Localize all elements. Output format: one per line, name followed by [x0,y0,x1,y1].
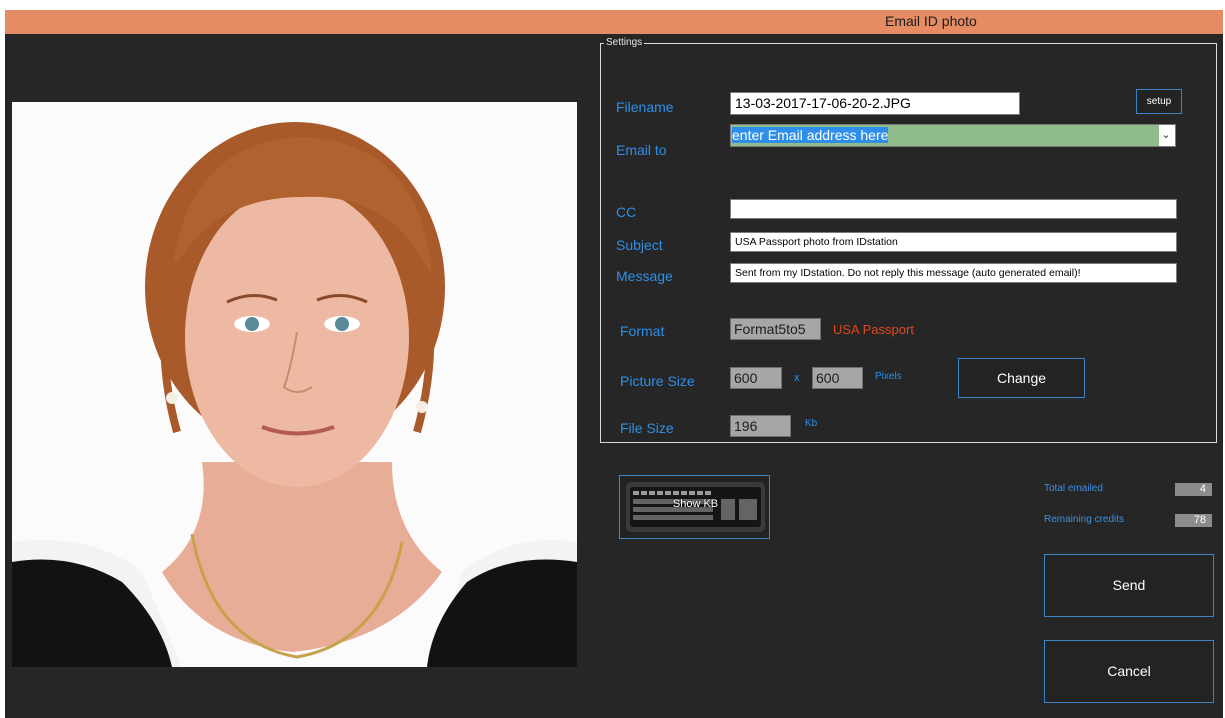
message-label: Message [616,268,673,284]
title-bar: Email ID photo [5,10,1223,34]
email-to-value[interactable]: enter Email address here [731,125,1159,146]
portrait-photo [12,102,577,667]
email-to-text: enter Email address here [732,127,889,143]
email-to-combobox[interactable]: enter Email address here ⌄ [730,124,1176,147]
format-name: USA Passport [833,322,914,337]
remaining-credits-label: Remaining credits [1044,514,1125,525]
chevron-down-icon[interactable]: ⌄ [1160,128,1172,142]
file-size-field: 196 [730,415,791,437]
cc-label: CC [616,204,637,220]
email-id-photo-window: Email ID photo Settings Filename 13-03-2… [5,10,1223,718]
settings-group: Settings Filename 13-03-2017-17-06-20-2.… [600,37,1217,443]
total-emailed-value: 4 [1175,483,1212,496]
setup-button[interactable]: setup [1136,89,1182,114]
size-separator: x [794,372,800,384]
file-size-label: File Size [620,420,674,436]
cancel-button[interactable]: Cancel [1044,640,1214,703]
total-emailed-label: Total emailed [1044,483,1103,494]
remaining-credits-value: 78 [1175,514,1212,527]
show-keyboard-label: Show KB [672,498,719,510]
window-title: Email ID photo [885,13,977,29]
width-field: 600 [730,367,782,389]
subject-field[interactable]: USA Passport photo from IDstation [730,232,1177,252]
settings-legend: Settings [604,37,645,49]
show-keyboard-button[interactable]: Show KB [619,475,770,539]
email-to-label: Email to [616,142,667,158]
height-field: 600 [812,367,863,389]
filename-label: Filename [616,99,674,115]
kb-unit: Kb [805,418,818,429]
id-photo-preview [12,102,577,667]
subject-label: Subject [616,237,663,253]
cc-field[interactable] [730,199,1177,219]
pixels-unit: Pixels [875,371,902,382]
picture-size-label: Picture Size [620,373,695,389]
format-label: Format [620,323,665,339]
change-button[interactable]: Change [958,358,1085,398]
format-field: Format5to5 [730,318,821,340]
send-button[interactable]: Send [1044,554,1214,617]
filename-field[interactable]: 13-03-2017-17-06-20-2.JPG [730,92,1020,115]
message-field[interactable]: Sent from my IDstation. Do not reply thi… [730,263,1177,283]
